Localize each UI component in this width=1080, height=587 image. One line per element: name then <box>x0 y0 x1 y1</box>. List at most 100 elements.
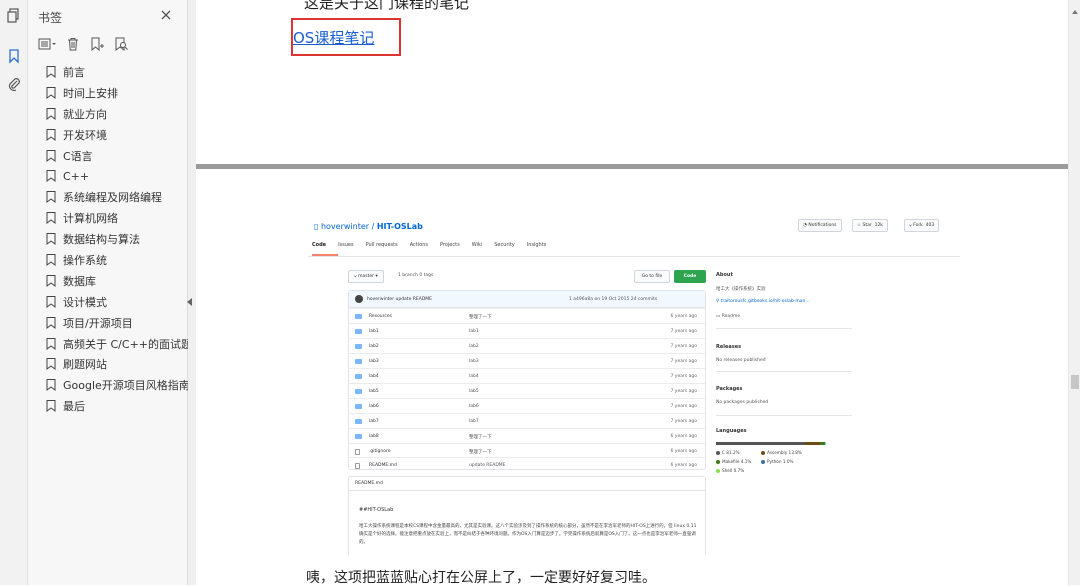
collapse-panel-icon[interactable] <box>187 298 192 306</box>
packages-heading[interactable]: Packages <box>716 386 743 392</box>
bookmark-item[interactable]: 数据结构与算法 <box>46 233 196 246</box>
folder-icon <box>355 419 362 424</box>
attachment-icon[interactable] <box>6 76 22 92</box>
panel-splitter[interactable] <box>188 0 196 585</box>
file-row[interactable]: lab8 整理了一下 6 years ago <box>349 428 705 443</box>
tabs-divider <box>308 256 960 257</box>
notifications-button[interactable]: ◔ Notifications <box>798 219 842 232</box>
bookmark-icon <box>46 274 56 287</box>
bookmark-panel-icon[interactable] <box>6 48 22 64</box>
repo-icon: ▯ <box>314 222 321 231</box>
file-row[interactable]: lab6 lab6 7 years ago <box>349 398 705 413</box>
readme-title: ##HIT-OSLab <box>359 507 394 513</box>
language-bar-segment <box>825 442 826 445</box>
folder-icon <box>355 314 362 319</box>
file-row[interactable]: lab7 lab7 7 years ago <box>349 413 705 428</box>
os-notes-link[interactable]: OS课程笔记 <box>293 27 374 48</box>
bookmark-item[interactable]: 计算机网络 <box>46 212 196 225</box>
vertical-scrollbar[interactable] <box>1068 0 1080 585</box>
language-entry: Assembly 13.8% <box>761 450 802 455</box>
latest-commit: hoverwinter update README 1 a496a8a on 1… <box>349 291 705 308</box>
tab-issues[interactable]: Issues <box>338 242 354 248</box>
repo-title[interactable]: ▯ hoverwinter / HIT-OSLab <box>314 222 423 231</box>
sidebar-divider <box>716 415 852 416</box>
about-link[interactable]: ⚲ traitorousfc.gitbooks.io/hit-oslab-man… <box>716 299 810 304</box>
file-row[interactable]: .gitignore 整理了一下 6 years ago <box>349 443 705 458</box>
pages-icon[interactable] <box>6 8 22 24</box>
go-to-file-button[interactable]: Go to file <box>634 270 670 283</box>
bookmark-item[interactable]: 高频关于 C/C++的面试题 <box>46 337 196 351</box>
branch-meta[interactable]: 1 branch 0 tags <box>398 273 433 278</box>
scroll-thumb[interactable] <box>1071 375 1079 389</box>
tab-projects[interactable]: Projects <box>440 242 460 248</box>
bookmark-icon <box>46 337 56 350</box>
readme-body: 哈工大操作系统课程是本校CS课程中含金量最高的，尤其是实验课。这八个实验涉及到了… <box>359 524 697 545</box>
language-bar-segment <box>804 442 820 445</box>
partial-text-line: 这是关于这门课程的笔记 <box>304 0 470 12</box>
bookmark-item[interactable]: 最后 <box>46 400 196 413</box>
bookmark-item[interactable]: 前言 <box>46 66 196 79</box>
bookmark-item[interactable]: C++ <box>46 170 196 183</box>
bookmark-item[interactable]: Google开源项目风格指南 <box>46 379 196 392</box>
bookmark-item[interactable]: 时间上安排 <box>46 86 196 100</box>
bookmark-item[interactable]: 操作系统 <box>46 254 196 267</box>
language-entry: Makefile 4.1% <box>716 459 751 464</box>
releases-text: No releases published <box>716 358 766 363</box>
bookmark-item[interactable]: 项目/开源项目 <box>46 316 196 330</box>
panel-title: 书签 <box>38 11 63 25</box>
language-entry: Shell 0.7% <box>716 468 744 473</box>
bookmark-panel: 书签 前言 时间上安排 就业方向 开发环境 C语言 C++ 系统编程及网络编程 … <box>28 0 192 585</box>
language-color-dot <box>716 468 720 473</box>
find-bookmark-icon[interactable] <box>114 36 128 55</box>
file-icon <box>355 449 360 455</box>
tab-pull-requests[interactable]: Pull requests <box>366 242 398 248</box>
options-menu-icon[interactable] <box>38 36 56 55</box>
about-heading: About <box>716 272 733 278</box>
bookmark-icon <box>46 379 56 392</box>
bookmark-icon <box>46 400 56 413</box>
bookmark-item[interactable]: C语言 <box>46 149 196 163</box>
bookmark-item[interactable]: 就业方向 <box>46 107 196 121</box>
file-row[interactable]: lab5 lab5 7 years ago <box>349 383 705 398</box>
delete-icon[interactable] <box>66 36 80 55</box>
tab-actions[interactable]: Actions <box>410 242 428 248</box>
close-icon[interactable] <box>159 7 173 21</box>
bookmark-item[interactable]: 数据库 <box>46 274 196 288</box>
bookmark-item[interactable]: 开发环境 <box>46 128 196 142</box>
repo-tabs: Code Issues Pull requests Actions Projec… <box>312 242 558 248</box>
avatar <box>355 295 363 303</box>
file-row[interactable]: lab1 lab1 7 years ago <box>349 323 705 338</box>
code-button[interactable]: Code <box>674 270 706 283</box>
tab-insights[interactable]: Insights <box>527 242 547 248</box>
scroll-up-icon[interactable] <box>1072 10 1078 14</box>
bookmark-icon <box>46 358 56 371</box>
bookmark-icon <box>46 316 56 329</box>
folder-icon <box>355 389 362 394</box>
bookmark-item[interactable]: 设计模式 <box>46 295 196 309</box>
file-row[interactable]: lab4 lab4 7 years ago <box>349 368 705 383</box>
file-row[interactable]: lab3 lab3 7 years ago <box>349 353 705 368</box>
document-view: 这是关于这门课程的笔记 OS课程笔记 ▯ hoverwinter / HIT-O… <box>196 0 1068 586</box>
bookmark-icon <box>46 107 56 120</box>
tab-code[interactable]: Code <box>312 242 326 248</box>
add-bookmark-icon[interactable] <box>90 36 104 55</box>
branch-selector[interactable]: ⑂ master ▾ <box>348 270 384 283</box>
bookmark-icon <box>46 86 56 99</box>
bookmark-item[interactable]: 刷题网站 <box>46 358 196 371</box>
bookmark-icon <box>46 128 56 141</box>
language-entry: Python 1.0% <box>761 459 794 464</box>
releases-heading[interactable]: Releases <box>716 344 741 350</box>
file-row[interactable]: Resources 整理了一下 6 years ago <box>349 308 705 323</box>
star-button[interactable]: ☆ Star 12k <box>852 219 888 232</box>
file-list: hoverwinter update README 1 a496a8a on 1… <box>348 290 706 470</box>
bookmark-toolbar <box>38 36 138 54</box>
bookmark-item[interactable]: 系统编程及网络编程 <box>46 191 196 204</box>
fork-button[interactable]: ⑂ Fork 403 <box>904 219 940 232</box>
tab-wiki[interactable]: Wiki <box>472 242 483 248</box>
file-row[interactable]: README.md update README 6 years ago <box>349 457 705 470</box>
readme-link[interactable]: ▭ Readme <box>716 314 740 319</box>
tab-security[interactable]: Security <box>494 242 515 248</box>
readme-panel: README.md ##HIT-OSLab 哈工大操作系统课程是本校CS课程中含… <box>348 476 706 555</box>
folder-icon <box>355 434 362 439</box>
file-row[interactable]: lab2 lab2 7 years ago <box>349 338 705 353</box>
